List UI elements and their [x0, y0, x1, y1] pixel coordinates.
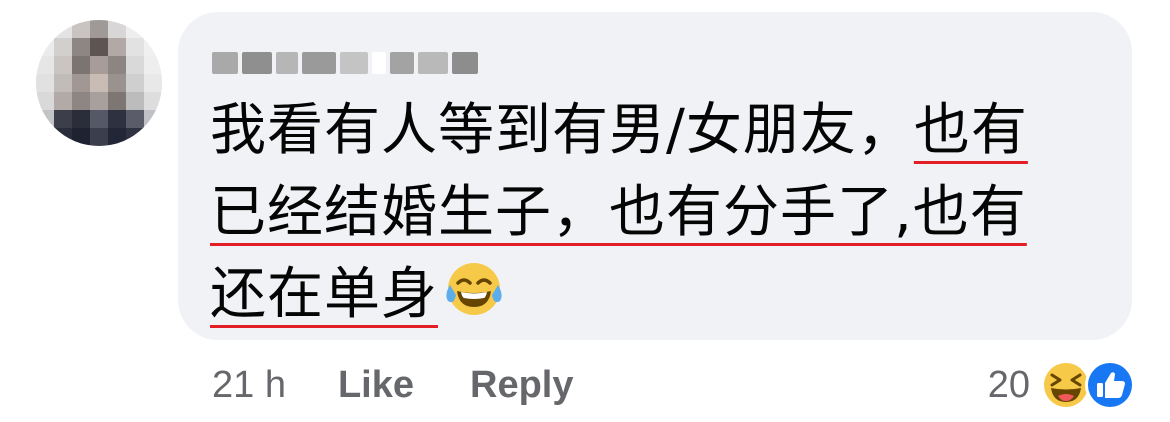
reaction-count: 20 — [987, 363, 1030, 406]
comment-actions: 21 h Like Reply — [212, 356, 574, 414]
comment-text: 我看有人等到有男/女朋友，也有 已经结婚生子，也有分手了,也有 还在单身 — [210, 90, 1110, 336]
underlined-text: 也有 — [913, 98, 1028, 163]
reaction-summary[interactable]: 20 — [988, 356, 1136, 414]
comment-bubble: 我看有人等到有男/女朋友，也有 已经结婚生子，也有分手了,也有 还在单身 — [178, 12, 1132, 340]
like-button[interactable]: Like — [338, 364, 414, 407]
comment-item: 我看有人等到有男/女朋友，也有 已经结婚生子，也有分手了,也有 还在单身 21 … — [0, 0, 1170, 422]
comment-line-2: 已经结婚生子，也有分手了,也有 — [210, 172, 1110, 254]
underlined-text: 还在单身 — [210, 262, 438, 327]
like-reaction-icon — [1085, 360, 1135, 410]
comment-line-1: 我看有人等到有男/女朋友，也有 — [210, 98, 1028, 163]
author-name-redacted[interactable] — [212, 52, 478, 74]
comment-line-3: 还在单身 — [210, 254, 1110, 336]
avatar[interactable] — [36, 20, 162, 146]
underlined-text: 已经结婚生子，也有分手了,也有 — [210, 180, 1027, 245]
timestamp[interactable]: 21 h — [212, 364, 286, 407]
reaction-icons — [1040, 359, 1136, 411]
reply-button[interactable]: Reply — [470, 364, 573, 407]
tears-of-joy-emoji-icon — [444, 259, 504, 319]
